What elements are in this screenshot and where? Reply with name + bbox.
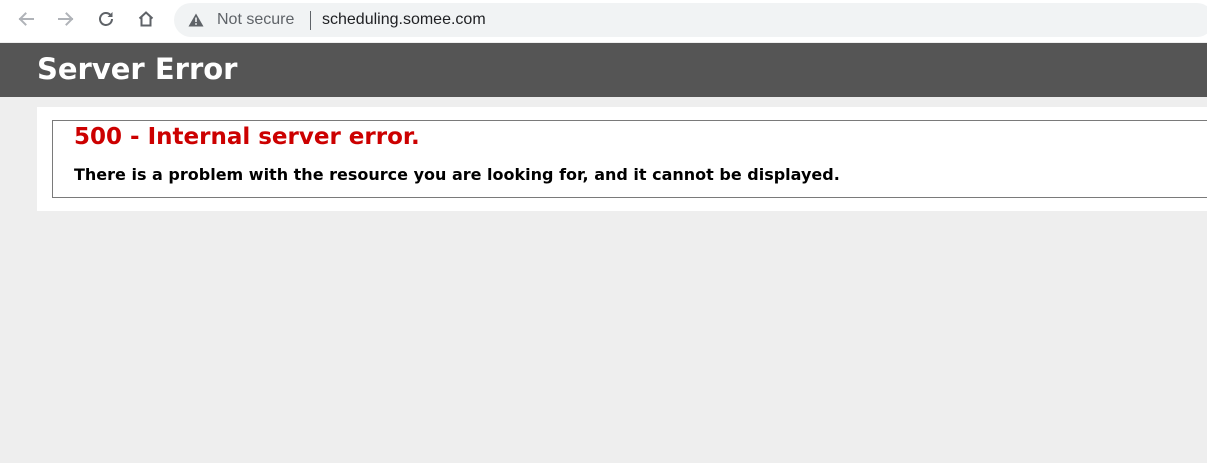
- reload-icon: [99, 12, 113, 26]
- error-box: 500 - Internal server error. There is a …: [52, 120, 1207, 198]
- security-status-label[interactable]: Not secure: [217, 11, 294, 29]
- address-bar[interactable]: Not secure scheduling.somee.com: [174, 3, 1207, 37]
- forward-button[interactable]: [52, 5, 80, 33]
- forward-arrow-icon: [58, 12, 74, 26]
- page-title: Server Error: [37, 52, 238, 86]
- warning-triangle-icon[interactable]: [188, 13, 204, 27]
- browser-toolbar: Not secure scheduling.somee.com: [0, 0, 1207, 42]
- url-text[interactable]: scheduling.somee.com: [322, 11, 486, 29]
- reload-button[interactable]: [92, 5, 120, 33]
- home-icon: [138, 11, 154, 27]
- omnibox-divider: [310, 11, 311, 30]
- error-message: There is a problem with the resource you…: [74, 165, 840, 184]
- back-arrow-icon: [18, 12, 34, 26]
- back-button[interactable]: [12, 5, 40, 33]
- home-button[interactable]: [132, 5, 160, 33]
- error-title: 500 - Internal server error.: [74, 124, 420, 150]
- page-header: Server Error: [0, 43, 1207, 97]
- content-panel: 500 - Internal server error. There is a …: [37, 107, 1207, 211]
